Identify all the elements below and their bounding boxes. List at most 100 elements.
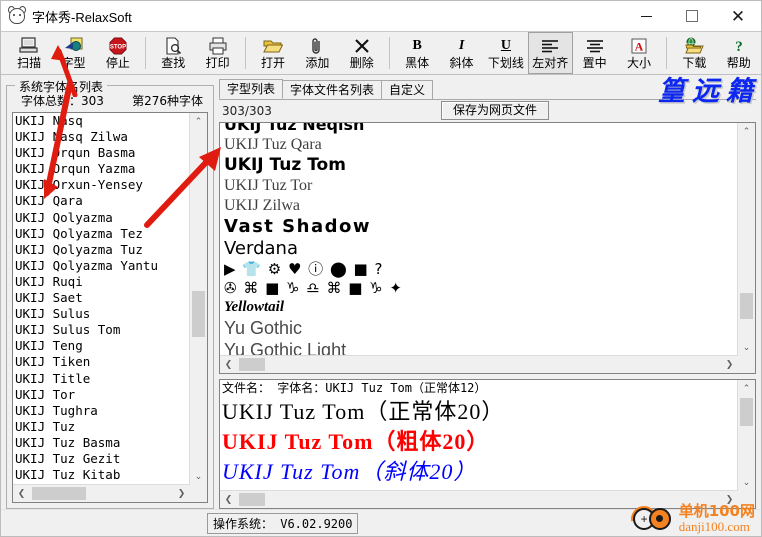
status-bar: 操作系统： V6.02.9200 + 单机100网 danji100.com xyxy=(1,500,761,537)
scroll-left-icon[interactable]: ❮ xyxy=(13,485,30,502)
detail-vertical-scrollbar[interactable]: ⌃ ⌄ xyxy=(737,380,755,491)
maximize-icon xyxy=(686,10,698,22)
toolbar-button-align-center[interactable]: 置中 xyxy=(573,32,617,74)
font-preview-item[interactable]: UKIJ Zilwa xyxy=(224,198,738,214)
toolbar-separator xyxy=(389,37,390,69)
preview-vertical-scrollbar[interactable]: ⌃ ⌄ xyxy=(737,123,755,356)
close-button[interactable]: ✕ xyxy=(715,1,761,31)
os-version-status: 操作系统： V6.02.9200 xyxy=(207,512,359,534)
toolbar-button-size[interactable]: A 大小 xyxy=(617,32,661,74)
scroll-thumb[interactable] xyxy=(192,291,205,337)
toolbar-button-help[interactable]: ? 帮助 xyxy=(717,32,761,74)
font-preview-item[interactable]: UKIJ Tuz Tor xyxy=(224,178,738,194)
system-font-item[interactable]: UKIJ Nasq Zilwa xyxy=(15,129,190,145)
toolbar-button-bold[interactable]: B 黑体 xyxy=(395,32,439,74)
scroll-up-icon[interactable]: ⌃ xyxy=(738,123,755,140)
scroll-thumb[interactable] xyxy=(740,293,753,319)
font-detail-box[interactable]: 文件名： 字体名：UKIJ Tuz Tom（正常体12） UKIJ Tuz To… xyxy=(219,379,756,509)
scroll-left-icon[interactable]: ❮ xyxy=(220,491,237,508)
toolbar-button-delete[interactable]: 删除 xyxy=(340,32,384,74)
toolbar-button-fontstyle[interactable]: 字型 xyxy=(51,32,95,74)
font-preview-item[interactable]: ▶ 👕 ⚙ ♥ ⓘ ⬤ ■ ? xyxy=(224,262,738,277)
toolbar-button-scan[interactable]: 扫描 xyxy=(7,32,51,74)
scroll-thumb[interactable] xyxy=(239,493,265,506)
system-font-item[interactable]: UKIJ Qolyazma xyxy=(15,210,190,226)
system-font-item[interactable]: UKIJ Tuz Basma xyxy=(15,435,190,451)
scroll-thumb[interactable] xyxy=(740,398,753,426)
toolbar-button-align-left[interactable]: 左对齐 xyxy=(528,32,573,74)
maximize-button[interactable] xyxy=(669,1,715,31)
toolbar-button-add[interactable]: 添加 xyxy=(295,32,339,74)
system-font-item[interactable]: UKIJ Nasq xyxy=(15,113,190,129)
system-font-item[interactable]: UKIJ Saet xyxy=(15,290,190,306)
system-font-item[interactable]: UKIJ Tor xyxy=(15,387,190,403)
system-font-item[interactable]: UKIJ Sulus Tom xyxy=(15,322,190,338)
system-font-listbox[interactable]: UKIJ Nasq UKIJ Nasq Zilwa UKIJ Orqun Basma… xyxy=(12,112,208,503)
system-font-item[interactable]: UKIJ Qara xyxy=(15,193,190,209)
close-icon: ✕ xyxy=(730,6,746,26)
toolbar-label: 斜体 xyxy=(449,55,474,70)
left-vertical-scrollbar[interactable]: ⌃ ⌄ xyxy=(189,113,207,485)
system-font-items[interactable]: UKIJ Nasq UKIJ Nasq Zilwa UKIJ Orqun Basma… xyxy=(13,113,190,485)
scroll-up-icon[interactable]: ⌃ xyxy=(738,380,755,397)
help-question-icon: ? xyxy=(727,37,751,56)
font-preview-items[interactable]: UKIJ Tuz Neqish UKIJ Tuz Qara UKIJ Tuz Tom… xyxy=(220,123,738,356)
toolbar-button-print[interactable]: 打印 xyxy=(196,32,240,74)
tab-font-file-name-list[interactable]: 字体文件名列表 xyxy=(282,80,383,99)
font-preview-item[interactable]: ✇ ⌘ ■ ♑ ♎ ⌘ ■ ♑ ✦ xyxy=(224,281,738,296)
font-preview-item[interactable]: UKIJ Tuz Neqish xyxy=(224,123,738,133)
system-font-item[interactable]: UKIJ Tuz Kitab xyxy=(15,467,190,483)
toolbar-button-stop[interactable]: STOP 停止 xyxy=(96,32,140,74)
scroll-up-icon[interactable]: ⌃ xyxy=(190,113,207,130)
toolbar-button-open[interactable]: 打开 xyxy=(251,32,295,74)
toolbar-button-italic[interactable]: I 斜体 xyxy=(439,32,483,74)
system-font-item[interactable]: UKIJ Tughra xyxy=(15,403,190,419)
font-preview-item[interactable]: Yu Gothic Light xyxy=(224,341,738,356)
system-font-item[interactable]: UKIJ Qolyazma Yantu xyxy=(15,258,190,274)
tab-custom[interactable]: 自定义 xyxy=(381,80,434,99)
toolbar-button-underline[interactable]: U 下划线 xyxy=(484,32,528,74)
scroll-down-icon[interactable]: ⌄ xyxy=(738,339,755,356)
open-folder-icon xyxy=(261,37,285,56)
toolbar-button-find[interactable]: 查找 xyxy=(151,32,195,74)
scroll-down-icon[interactable]: ⌄ xyxy=(190,468,207,485)
scroll-left-icon[interactable]: ❮ xyxy=(220,356,237,373)
font-preview-item[interactable]: Vast Shadow xyxy=(224,218,738,236)
preview-horizontal-scrollbar[interactable]: ❮ ❯ xyxy=(220,355,738,373)
font-preview-item[interactable]: Yellowtail xyxy=(224,300,738,315)
watermark-en-text: danji100.com xyxy=(678,519,750,535)
toolbar-button-download[interactable]: 下载 xyxy=(672,32,716,74)
system-font-item[interactable]: UKIJ Ruqi xyxy=(15,274,190,290)
system-font-item[interactable]: UKIJ Tuz xyxy=(15,419,190,435)
scroll-right-icon[interactable]: ❯ xyxy=(721,356,738,373)
system-font-item[interactable]: UKIJ Sulus xyxy=(15,306,190,322)
scroll-thumb[interactable] xyxy=(32,487,86,500)
system-font-item[interactable]: UKIJ Tiken xyxy=(15,354,190,370)
scroll-right-icon[interactable]: ❯ xyxy=(721,491,738,508)
file-name-label: 文件名： xyxy=(222,381,271,395)
toolbar-separator xyxy=(145,37,147,69)
tab-font-style-list[interactable]: 字型列表 xyxy=(219,79,284,99)
font-preview-item[interactable]: Verdana xyxy=(224,240,738,258)
scroll-down-icon[interactable]: ⌄ xyxy=(738,474,755,491)
system-font-item[interactable]: UKIJ Orqun Basma xyxy=(15,145,190,161)
left-horizontal-scrollbar[interactable]: ❮ ❯ xyxy=(13,484,190,502)
system-font-item[interactable]: UKIJ Orxun-Yensey xyxy=(15,177,190,193)
scroll-right-icon[interactable]: ❯ xyxy=(173,485,190,502)
font-preview-listbox[interactable]: UKIJ Tuz Neqish UKIJ Tuz Qara UKIJ Tuz Tom… xyxy=(219,122,756,374)
font-preview-item[interactable]: UKIJ Tuz Tom xyxy=(224,157,738,174)
system-font-item[interactable]: UKIJ Teng xyxy=(15,338,190,354)
toolbar-label: 打印 xyxy=(205,55,230,70)
system-font-item[interactable]: UKIJ Tuz Gezit xyxy=(15,451,190,467)
font-preview-item[interactable]: UKIJ Tuz Qara xyxy=(224,137,738,153)
detail-horizontal-scrollbar[interactable]: ❮ ❯ xyxy=(220,490,738,508)
font-preview-item[interactable]: Yu Gothic xyxy=(224,319,738,337)
save-as-webpage-button[interactable]: 保存为网页文件 xyxy=(441,101,550,120)
scroll-thumb[interactable] xyxy=(239,358,265,371)
system-font-item[interactable]: UKIJ Qolyazma Tuz xyxy=(15,242,190,258)
system-font-item[interactable]: UKIJ Qolyazma Tez xyxy=(15,226,190,242)
current-font-index-label: 第276种字体 xyxy=(132,94,203,108)
minimize-button[interactable] xyxy=(623,1,669,31)
system-font-item[interactable]: UKIJ Title xyxy=(15,371,190,387)
system-font-item[interactable]: UKIJ Orqun Yazma xyxy=(15,161,190,177)
